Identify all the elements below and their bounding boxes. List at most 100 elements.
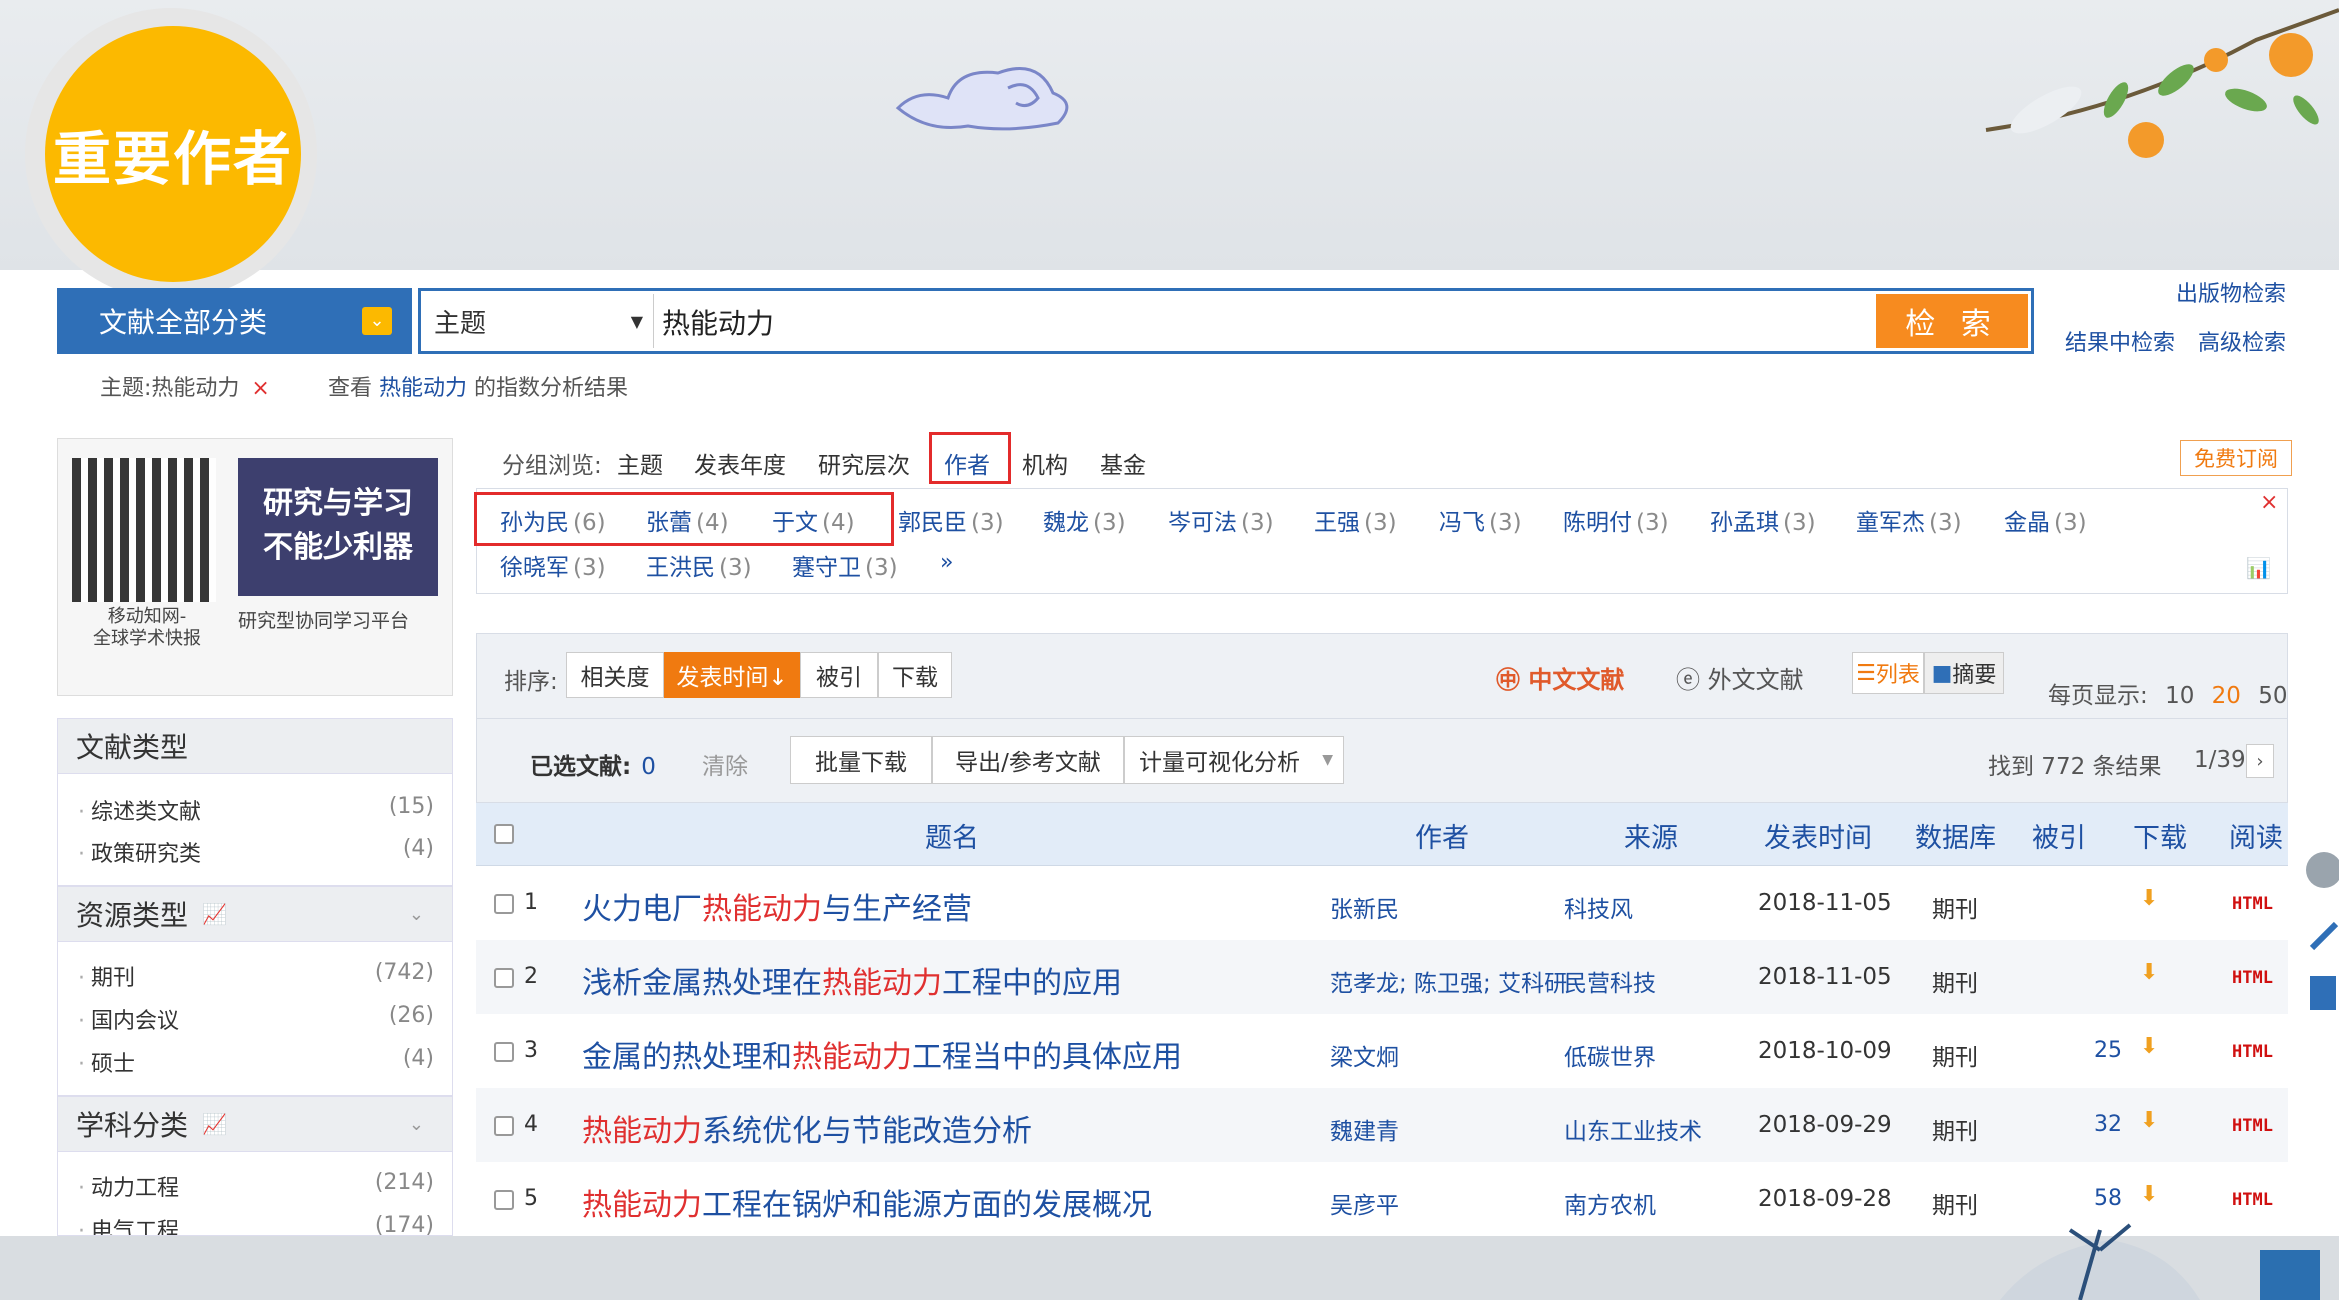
group-tab-fund[interactable]: 基金	[1100, 446, 1146, 480]
trend-chart-icon[interactable]: 📈	[202, 902, 227, 926]
collapse-icon[interactable]: ⌄	[409, 904, 424, 925]
result-source-link[interactable]: 南方农机	[1564, 1186, 1656, 1220]
author-item[interactable]: 蹇守卫 (3)	[792, 548, 898, 582]
result-author-link[interactable]: 吴彦平	[1330, 1186, 1399, 1220]
facet-item[interactable]: 期刊	[78, 960, 135, 992]
facet-item[interactable]: 国内会议	[78, 1003, 179, 1035]
row-checkbox[interactable]	[494, 894, 514, 914]
results-table-header	[476, 803, 2288, 866]
collapse-icon[interactable]: ⌄	[409, 1114, 424, 1135]
result-title-link[interactable]: 热能动力系统优化与节能改造分析	[582, 1106, 1032, 1150]
per-page-50[interactable]: 50	[2258, 683, 2287, 709]
sort-relevance-button[interactable]: 相关度	[566, 652, 664, 698]
group-tab-year[interactable]: 发表年度	[694, 446, 786, 480]
pencil-icon[interactable]	[2309, 921, 2339, 951]
select-all-checkbox[interactable]	[494, 824, 514, 844]
sort-cited-button[interactable]: 被引	[800, 652, 878, 698]
download-icon[interactable]: ⬇	[2140, 1034, 2158, 1059]
more-authors-link[interactable]: »	[940, 550, 953, 575]
read-html-link[interactable]: HTML	[2232, 1042, 2273, 1062]
author-item[interactable]: 冯飞 (3)	[1439, 503, 1522, 537]
group-tab-institution[interactable]: 机构	[1022, 446, 1068, 480]
category-dropdown[interactable]: 文献全部分类 ⌄	[57, 288, 412, 354]
author-item[interactable]: 陈明付 (3)	[1563, 503, 1669, 537]
author-item[interactable]: 孙孟琪 (3)	[1710, 503, 1816, 537]
table-row: 4 热能动力系统优化与节能改造分析 魏建青 山东工业技术 2018-09-29 期刊 32 ⬇…	[476, 1088, 2288, 1162]
download-icon[interactable]: ⬇	[2140, 1182, 2158, 1207]
index-suffix: 的指数分析结果	[474, 376, 629, 401]
download-icon[interactable]: ⬇	[2140, 960, 2158, 985]
author-item[interactable]: 岑可法 (3)	[1168, 503, 1274, 537]
per-page-20[interactable]: 20	[2212, 683, 2241, 709]
facet-item[interactable]: 电气工程	[78, 1213, 179, 1235]
row-checkbox[interactable]	[494, 1116, 514, 1136]
author-item[interactable]: 徐晓军 (3)	[500, 548, 606, 582]
free-subscribe-button[interactable]: 免费订阅	[2180, 440, 2292, 476]
author-item[interactable]: 金晶 (3)	[2004, 503, 2087, 537]
result-source-link[interactable]: 科技风	[1564, 890, 1633, 924]
read-html-link[interactable]: HTML	[2232, 1116, 2273, 1136]
sort-date-button[interactable]: 发表时间↓	[664, 652, 800, 698]
feedback-icon[interactable]	[2306, 852, 2339, 888]
promo-banner[interactable]: 研究与学习 不能少利器	[238, 458, 438, 596]
row-checkbox[interactable]	[494, 1190, 514, 1210]
facet-item[interactable]: 硕士	[78, 1046, 135, 1078]
notes-icon[interactable]	[2310, 976, 2336, 1010]
read-html-link[interactable]: HTML	[2232, 968, 2273, 988]
sort-download-button[interactable]: 下载	[878, 652, 952, 698]
author-item[interactable]: 王洪民 (3)	[646, 548, 752, 582]
download-icon[interactable]: ⬇	[2140, 886, 2158, 911]
view-list-button[interactable]: ☰ 列表	[1852, 652, 1924, 694]
row-checkbox[interactable]	[494, 968, 514, 988]
view-abstract-button[interactable]: ■ 摘要	[1924, 652, 2004, 694]
advanced-search-link[interactable]: 高级检索	[2198, 325, 2286, 357]
download-icon[interactable]: ⬇	[2140, 1108, 2158, 1133]
facet-doc-type-header[interactable]: 文献类型	[57, 718, 453, 774]
result-author-link[interactable]: 魏建青	[1330, 1112, 1399, 1146]
facet-item[interactable]: 政策研究类	[78, 836, 201, 868]
result-source-link[interactable]: 山东工业技术	[1564, 1112, 1702, 1146]
visual-analysis-dropdown[interactable]: 计量可视化分析 ▼	[1124, 736, 1344, 784]
index-analysis-link[interactable]: 查看 热能动力 的指数分析结果	[328, 370, 628, 402]
row-checkbox[interactable]	[494, 1042, 514, 1062]
chinese-docs-tab[interactable]: ㊥ 中文文献	[1496, 660, 1624, 695]
per-page-10[interactable]: 10	[2165, 683, 2194, 709]
export-references-button[interactable]: 导出/参考文献	[932, 736, 1124, 784]
search-button[interactable]: 检 索	[1876, 294, 2028, 348]
facet-subject-header[interactable]: 学科分类 📈 ⌄	[57, 1096, 453, 1152]
result-database: 期刊	[1932, 897, 1978, 923]
result-title-link[interactable]: 热能动力工程在锅炉和能源方面的发展概况	[582, 1180, 1152, 1224]
bar-chart-icon[interactable]: 📊	[2246, 556, 2271, 580]
clear-selection-link[interactable]: 清除	[702, 747, 748, 781]
close-icon[interactable]: ×	[2260, 490, 2278, 515]
result-title-link[interactable]: 火力电厂热能动力与生产经营	[582, 884, 972, 928]
facet-item[interactable]: 综述类文献	[78, 794, 201, 826]
search-field-select[interactable]: 主题 ▼	[424, 294, 654, 348]
search-in-results-link[interactable]: 结果中检索	[2065, 325, 2175, 357]
next-page-button[interactable]: ›	[2246, 744, 2274, 778]
author-item[interactable]: 魏龙 (3)	[1043, 503, 1126, 537]
result-source-link[interactable]: 民营科技	[1564, 964, 1656, 998]
batch-download-button[interactable]: 批量下载	[790, 736, 932, 784]
read-html-link[interactable]: HTML	[2232, 1190, 2273, 1210]
author-item[interactable]: 郭民臣 (3)	[898, 503, 1004, 537]
remove-filter-icon[interactable]: ×	[251, 376, 269, 401]
result-author-link[interactable]: 张新民	[1330, 890, 1399, 924]
publication-search-link[interactable]: 出版物检索	[2176, 276, 2286, 308]
facet-item[interactable]: 动力工程	[78, 1170, 179, 1202]
result-title-link[interactable]: 金属的热处理和热能动力工程当中的具体应用	[582, 1032, 1182, 1076]
read-html-link[interactable]: HTML	[2232, 894, 2273, 914]
group-tab-level[interactable]: 研究层次	[818, 446, 910, 480]
result-author-link[interactable]: 梁文炯	[1330, 1038, 1399, 1072]
author-item[interactable]: 童军杰 (3)	[1856, 503, 1962, 537]
result-author-link[interactable]: 范孝龙; 陈卫强; 艾科研	[1330, 964, 1567, 998]
result-title-link[interactable]: 浅析金属热处理在热能动力工程中的应用	[582, 958, 1122, 1002]
row-number: 2	[524, 964, 538, 989]
author-item[interactable]: 王强 (3)	[1314, 503, 1397, 537]
group-tab-topic[interactable]: 主题	[617, 446, 663, 480]
facet-resource-type-header[interactable]: 资源类型 📈 ⌄	[57, 886, 453, 942]
search-input[interactable]	[660, 296, 1879, 348]
result-source-link[interactable]: 低碳世界	[1564, 1038, 1656, 1072]
foreign-docs-tab[interactable]: ⓔ 外文文献	[1676, 660, 1804, 695]
trend-chart-icon[interactable]: 📈	[202, 1112, 227, 1136]
